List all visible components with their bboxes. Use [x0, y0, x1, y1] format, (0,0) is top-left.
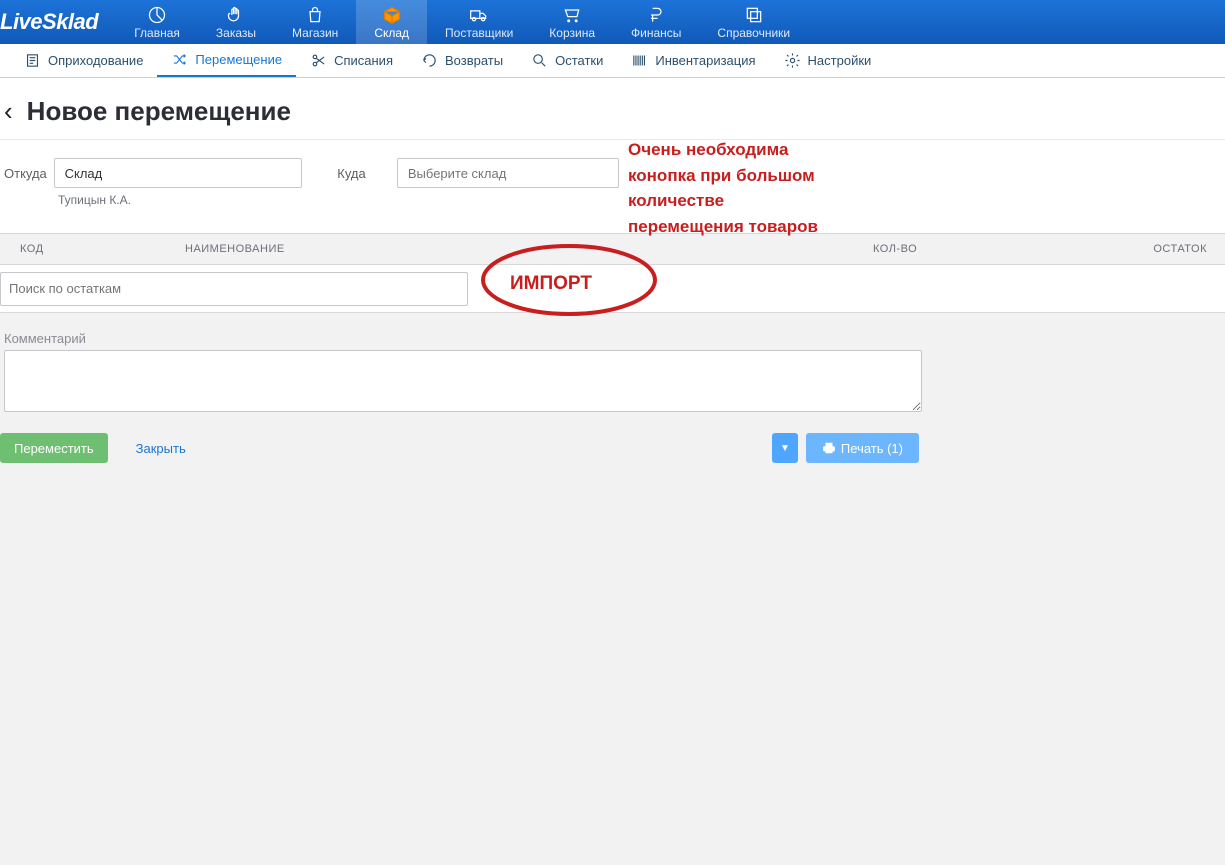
col-qty: КОЛ-ВО: [873, 243, 1133, 255]
search-icon: [531, 52, 548, 69]
tab-label: Оприходование: [48, 53, 143, 68]
tab-label: Инвентаризация: [655, 53, 755, 68]
annotation-text: Очень необходима конопка при большом кол…: [628, 137, 818, 239]
comment-label: Комментарий: [4, 331, 1225, 346]
sub-tabs: Оприходование Перемещение Списания Возвр…: [0, 44, 1225, 78]
title-row: ‹ Новое перемещение: [0, 78, 1225, 140]
printer-icon: [822, 441, 836, 455]
print-button[interactable]: Печать (1): [806, 433, 919, 463]
tab-label: Перемещение: [195, 52, 282, 67]
copy-icon: [744, 5, 764, 25]
nav-label: Финансы: [631, 26, 681, 40]
tab-returns[interactable]: Возвраты: [407, 44, 517, 77]
nav-cart[interactable]: Корзина: [531, 0, 613, 44]
stock-search-input[interactable]: [0, 272, 468, 306]
bag-icon: [305, 5, 325, 25]
from-subtext: Тупицын К.А.: [58, 193, 302, 207]
search-row: ИМПОРТ: [0, 265, 1225, 313]
back-button[interactable]: ‹: [0, 96, 27, 127]
tab-stock[interactable]: Остатки: [517, 44, 617, 77]
shuffle-icon: [171, 51, 188, 68]
button-row: Переместить Закрыть ▼ Печать (1): [0, 415, 1225, 463]
box-icon: [382, 5, 402, 25]
nav-label: Склад: [374, 26, 409, 40]
tab-label: Остатки: [555, 53, 603, 68]
nav-label: Справочники: [717, 26, 790, 40]
nav-label: Магазин: [292, 26, 338, 40]
truck-icon: [469, 5, 489, 25]
tab-writeoff[interactable]: Списания: [296, 44, 407, 77]
to-input[interactable]: [397, 158, 619, 188]
nav-home[interactable]: Главная: [116, 0, 198, 44]
tab-settings[interactable]: Настройки: [770, 44, 886, 77]
print-dropdown[interactable]: ▼: [772, 433, 798, 463]
scissors-icon: [310, 52, 327, 69]
import-label: ИМПОРТ: [510, 273, 592, 295]
to-label: Куда: [333, 166, 393, 181]
comment-textarea[interactable]: [4, 350, 922, 412]
nav-refs[interactable]: Справочники: [699, 0, 808, 44]
from-input[interactable]: [54, 158, 302, 188]
tab-receipt[interactable]: Оприходование: [10, 44, 157, 77]
tab-inventory[interactable]: Инвентаризация: [617, 44, 769, 77]
nav-label: Заказы: [216, 26, 256, 40]
nav-label: Поставщики: [445, 26, 513, 40]
nav-finance[interactable]: Финансы: [613, 0, 699, 44]
cart-icon: [562, 5, 582, 25]
barcode-icon: [631, 52, 648, 69]
comment-block: Комментарий: [0, 313, 1225, 415]
page-title: Новое перемещение: [27, 96, 291, 127]
nav-orders[interactable]: Заказы: [198, 0, 274, 44]
from-label: Откуда: [0, 166, 50, 181]
return-icon: [421, 52, 438, 69]
print-label: Печать (1): [841, 441, 903, 456]
ruble-icon: [646, 5, 666, 25]
nav-warehouse[interactable]: Склад: [356, 0, 427, 44]
col-code: КОД: [20, 243, 185, 255]
pie-icon: [147, 5, 167, 25]
tab-label: Настройки: [808, 53, 872, 68]
close-link[interactable]: Закрыть: [136, 441, 186, 456]
tab-transfer[interactable]: Перемещение: [157, 44, 296, 77]
nav-label: Главная: [134, 26, 180, 40]
hand-icon: [226, 5, 246, 25]
nav-shop[interactable]: Магазин: [274, 0, 356, 44]
transfer-form: Откуда Тупицын К.А. Куда Очень необходим…: [0, 140, 1225, 233]
logo: LiveSklad: [0, 9, 116, 35]
move-button[interactable]: Переместить: [0, 433, 108, 463]
top-nav: LiveSklad Главная Заказы Магазин Склад П…: [0, 0, 1225, 44]
nav-suppliers[interactable]: Поставщики: [427, 0, 531, 44]
nav-label: Корзина: [549, 26, 595, 40]
gear-icon: [784, 52, 801, 69]
tab-label: Возвраты: [445, 53, 503, 68]
receipt-icon: [24, 52, 41, 69]
col-remain: ОСТАТОК: [1133, 243, 1207, 255]
tab-label: Списания: [334, 53, 393, 68]
